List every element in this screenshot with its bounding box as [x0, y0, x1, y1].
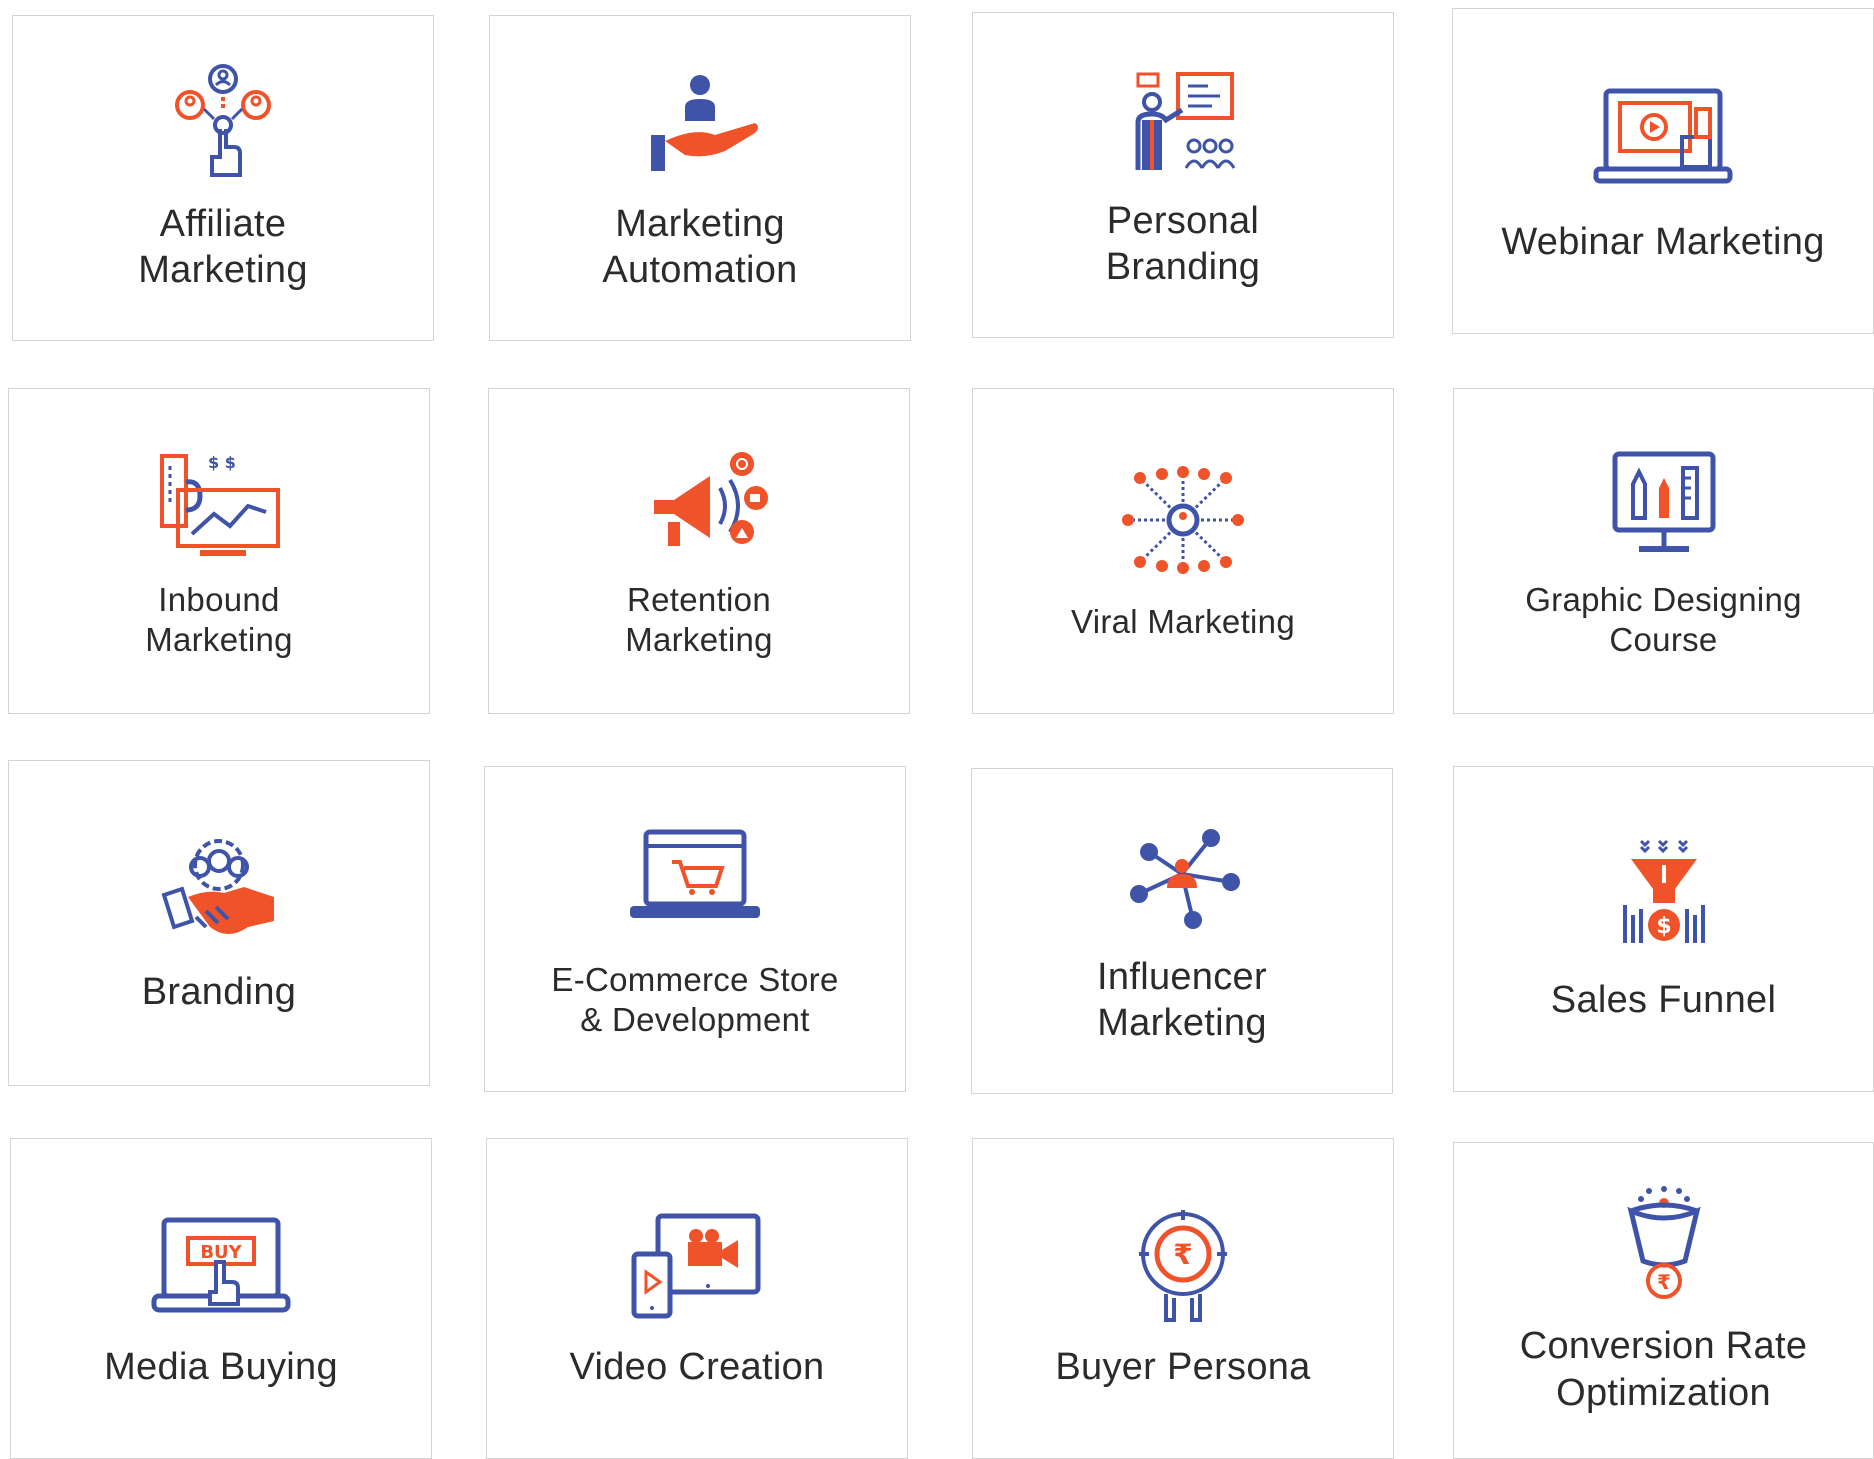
service-label: E-Commerce Store & Development [551, 960, 839, 1038]
webinar-laptop-icon [1588, 77, 1738, 197]
megaphone-icon [624, 442, 774, 562]
svg-text:₹: ₹ [1173, 1238, 1192, 1271]
service-label: Buyer Persona [1055, 1346, 1311, 1389]
service-card-media-buying[interactable]: BUY Media Buying [10, 1138, 432, 1459]
presenter-icon [1108, 60, 1258, 180]
service-card-influencer-marketing[interactable]: Influencer Marketing [971, 768, 1393, 1094]
ecommerce-laptop-icon [620, 818, 770, 938]
service-card-retention-marketing[interactable]: Retention Marketing [488, 388, 910, 714]
service-label: Affiliate Marketing [138, 202, 308, 291]
service-label: Inbound Marketing [145, 580, 293, 658]
service-card-marketing-automation[interactable]: Marketing Automation [489, 15, 911, 341]
handshake-icon [144, 831, 294, 951]
buy-laptop-icon: BUY [146, 1206, 296, 1326]
service-card-affiliate-marketing[interactable]: Affiliate Marketing [12, 15, 434, 341]
service-card-video-creation[interactable]: Video Creation [486, 1138, 908, 1459]
svg-text:BUY: BUY [200, 1242, 242, 1263]
service-label: Retention Marketing [625, 580, 773, 658]
service-label: Sales Funnel [1550, 978, 1777, 1021]
magnet-chart-icon: $ $ [144, 442, 294, 562]
conversion-funnel-icon: ₹ [1589, 1185, 1739, 1305]
svg-text:$ $: $ $ [208, 453, 236, 472]
service-card-ecommerce-store[interactable]: E-Commerce Store & Development [484, 766, 906, 1092]
service-card-webinar-marketing[interactable]: Webinar Marketing [1452, 8, 1874, 334]
service-card-personal-branding[interactable]: Personal Branding [972, 12, 1394, 338]
service-label: Viral Marketing [1071, 602, 1295, 640]
service-label: Personal Branding [1105, 199, 1261, 288]
service-card-sales-funnel[interactable]: $ Sales Funnel [1453, 766, 1874, 1092]
design-monitor-icon [1589, 442, 1739, 562]
viral-network-icon [1108, 460, 1258, 580]
service-label: Marketing Automation [602, 202, 798, 291]
service-card-conversion-rate-optimization[interactable]: ₹ Conversion Rate Optimization [1453, 1142, 1874, 1459]
hand-user-icon [625, 63, 775, 183]
svg-text:$: $ [1656, 914, 1671, 939]
rupee-target-icon: ₹ [1108, 1206, 1258, 1326]
service-card-graphic-designing-course[interactable]: Graphic Designing Course [1453, 388, 1874, 714]
service-label: Media Buying [104, 1346, 338, 1389]
service-label: Graphic Designing Course [1525, 580, 1802, 658]
service-label: Video Creation [569, 1346, 825, 1389]
service-card-inbound-marketing[interactable]: $ $ Inbound Marketing [8, 388, 430, 714]
service-label: Branding [141, 970, 297, 1013]
svg-text:₹: ₹ [1657, 1270, 1671, 1294]
video-devices-icon [622, 1206, 772, 1326]
service-label: Webinar Marketing [1501, 220, 1825, 263]
affiliate-network-icon [148, 63, 298, 183]
service-card-buyer-persona[interactable]: ₹ Buyer Persona [972, 1138, 1394, 1459]
funnel-icon: $ [1589, 835, 1739, 955]
service-card-viral-marketing[interactable]: Viral Marketing [972, 388, 1394, 714]
service-card-branding[interactable]: Branding [8, 760, 430, 1086]
service-label: Conversion Rate Optimization [1519, 1325, 1808, 1414]
influencer-network-icon [1107, 816, 1257, 936]
service-label: Influencer Marketing [1097, 955, 1267, 1044]
